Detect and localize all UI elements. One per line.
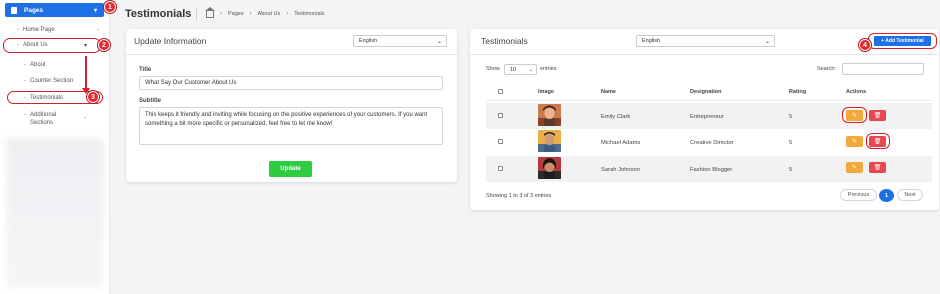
sidebar-item-additional-sections[interactable]: - Additional Sections [24,112,66,127]
header-divider [196,8,197,21]
row-designation: Entrepreneur [690,114,724,120]
chevron-right-icon: › [220,10,222,17]
chevron-icon: - [97,27,99,33]
sidebar-item-label: Counter Section [30,78,74,84]
highlight-delete-button [866,133,890,149]
sidebar-pages-button[interactable]: Pages ▾ [5,3,104,17]
avatar [538,130,561,152]
subtitle-label: Subtitle [139,98,161,104]
row-checkbox[interactable] [498,166,503,171]
chevron-icon: - [84,115,86,121]
update-button[interactable]: Update [269,161,312,177]
edit-icon: ✎ [851,139,858,145]
trash-icon: 🗑 [873,113,882,119]
col-actions: Actions [846,89,867,95]
divider [470,54,939,55]
select-all-checkbox[interactable] [498,89,503,94]
divider [126,54,457,55]
table-header-divider [486,100,932,101]
breadcrumb-testimonials: Testimonials [294,10,325,17]
update-language-value: English [359,38,378,44]
title-input[interactable]: What Say Our Customer About Us [139,76,443,90]
annotation-badge-4: 4 [859,39,871,51]
sidebar-item-label: Home Page [23,27,55,33]
sidebar-item-label: Additional Sections [30,112,57,126]
chevron-right-icon: › [286,10,289,17]
annotation-badge-3: 3 [87,91,99,103]
update-card-title: Update Information [134,36,207,46]
update-information-card [126,29,457,182]
col-image: Image [538,89,554,95]
page-icon [11,6,17,14]
table-info: Showing 1 to 3 of 3 entries [486,193,552,199]
edit-button[interactable]: ✎ [846,162,863,173]
edit-icon: ✎ [851,165,858,171]
sidebar-pages-label: Pages [24,6,44,14]
row-rating: 5 [789,167,793,173]
sidebar-blurred-area [6,138,104,288]
trash-icon: 🗑 [873,165,882,171]
chevron-down-icon: ⌄ [528,67,533,73]
sidebar-item-counter-section[interactable]: - Counter Section [24,78,73,84]
sidebar-item-home-page[interactable]: - Home Page [17,27,55,33]
chevron-right-icon: › [249,10,252,17]
row-checkbox[interactable] [498,139,503,144]
page-title: Testimonials [125,8,192,20]
avatar [538,157,561,179]
annotation-arrow [85,56,87,89]
row-designation: Fashion Blogger [690,167,733,173]
search-input[interactable] [842,63,924,75]
title-label: Title [139,67,152,73]
breadcrumb: › Pages › About Us › Testimonials [205,7,325,18]
avatar [538,104,561,126]
pagination-next[interactable]: Next [897,189,923,201]
annotation-badge-2: 2 [98,39,110,51]
testimonials-card-title: Testimonials [481,36,528,46]
row-name: Sarah Johnson [601,167,640,173]
sidebar-item-label: About [30,62,46,68]
breadcrumb-about-us[interactable]: About Us [258,11,281,17]
entries-label: entries [540,66,557,72]
annotation-badge-1: 1 [104,1,116,13]
home-icon[interactable] [205,7,215,18]
delete-button[interactable]: 🗑 [869,110,886,121]
testimonials-language-value: English [642,38,661,44]
delete-button[interactable]: 🗑 [869,162,886,173]
row-name: Michael Adams [601,140,641,146]
pagination-page-1[interactable]: 1 [879,189,894,202]
update-language-select[interactable]: English ⌄ [353,35,447,47]
chevron-down-icon: ▾ [93,8,97,14]
breadcrumb-pages[interactable]: Pages [228,11,244,17]
row-checkbox[interactable] [498,113,503,118]
entries-value: 10 [510,66,517,73]
entries-select[interactable]: 10 ⌄ [504,64,537,75]
sidebar-item-about[interactable]: - About [24,62,46,68]
highlight-about-us [3,38,101,53]
subtitle-textarea[interactable]: This keeps it friendly and inviting whil… [139,107,443,145]
highlight-add-button [868,33,937,49]
highlight-edit-button [842,107,867,123]
col-name: Name [601,89,616,95]
show-label: Show [486,66,500,72]
row-name: Emily Clark [601,114,631,120]
search-label: Search: [817,66,836,72]
row-designation: Creative Director [690,140,734,146]
col-designation: Designation [690,89,722,95]
chevron-down-icon: ⌄ [764,39,770,45]
testimonials-language-select[interactable]: English ⌄ [636,35,775,47]
col-rating: Rating [789,89,807,95]
edit-button[interactable]: ✎ [846,136,863,147]
chevron-down-icon: ⌄ [436,39,442,45]
row-rating: 5 [789,140,793,146]
pagination-previous[interactable]: Previous [840,189,877,201]
row-rating: 5 [789,114,793,120]
